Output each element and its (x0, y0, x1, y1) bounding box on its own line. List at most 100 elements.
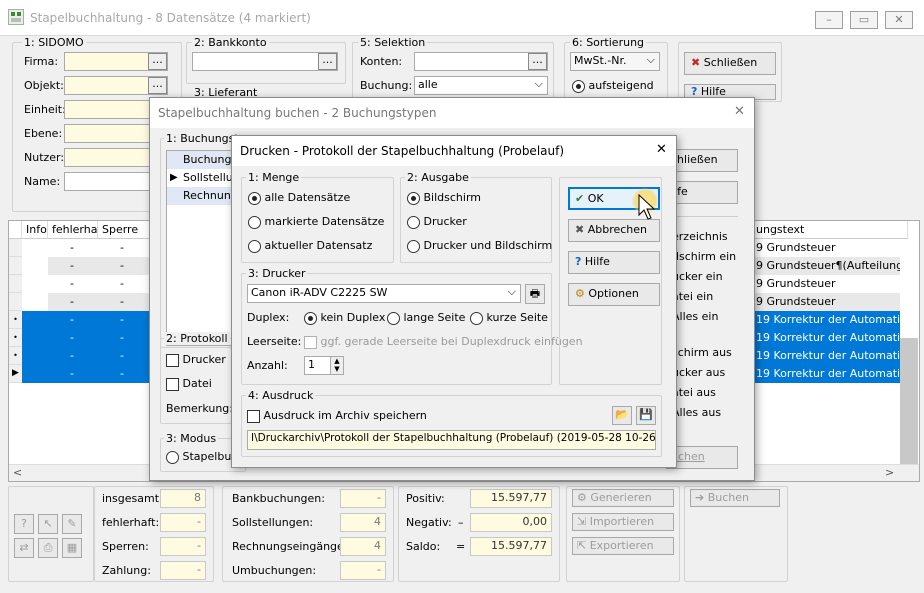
buchungstext-cell[interactable]: 19 Korrektur der Automatische (752, 311, 900, 329)
ausgabe-bildschirm-radio[interactable]: Bildschirm (407, 191, 481, 205)
scroll-right-icon[interactable]: > (885, 466, 894, 479)
name-input[interactable] (64, 172, 154, 191)
dialog2-list-item[interactable]: Alles aus (672, 406, 721, 419)
col-buchungstext[interactable]: ungstext (752, 221, 908, 239)
menge-alle-radio[interactable]: alle Datensätze (248, 191, 350, 205)
dialog2-list-item[interactable]: atei aus (672, 386, 716, 399)
dialog2-list-item[interactable]: Alles ein (672, 310, 718, 323)
mouse-pointer-icon (638, 194, 656, 220)
dialog2-list-item[interactable]: dschirm ein (672, 250, 736, 263)
archiv-checkbox[interactable]: Ausdruck im Archiv speichern (247, 409, 427, 423)
bankkonto-picker-button[interactable]: ... (318, 53, 337, 70)
objekt-picker-button[interactable]: ... (148, 77, 167, 94)
duplex-lang-label: lange Seite (403, 311, 466, 324)
ausgabe-drucker-radio[interactable]: Drucker (407, 215, 467, 229)
protokoll-drucker-checkbox[interactable]: Drucker (166, 353, 226, 367)
checkbox-icon (166, 377, 179, 391)
umbuchungen-value: - (340, 561, 386, 580)
radio-icon (248, 215, 261, 229)
buchungstext-cell[interactable]: 19 Korrektur der Automatische (752, 329, 900, 347)
printer-select[interactable]: Canon iR-ADV C2225 SW ⌵ (247, 284, 521, 303)
dialog2-list-item[interactable]: ucker aus (672, 366, 725, 379)
buchungstext-cell[interactable]: 9 Grundsteuer¶(Aufteilung gen (752, 257, 900, 275)
folder-open-icon[interactable]: 📂 (612, 406, 632, 425)
printer-select-value: Canon iR-ADV C2225 SW (251, 286, 388, 299)
buchungstext-cell[interactable]: 9 Grundsteuer (752, 239, 900, 257)
ebene-input[interactable] (64, 124, 154, 143)
protokoll-datei-checkbox[interactable]: Datei (166, 377, 212, 391)
window-title: Stapelbuchhaltung - 8 Datensätze (4 mark… (30, 11, 311, 25)
print-tool-icon[interactable]: ⎙ (38, 538, 58, 558)
negativ-value: 0,00 (470, 513, 552, 532)
col-fehlerhaft[interactable]: fehlerhaft (48, 221, 105, 239)
firma-picker-button[interactable]: ... (148, 53, 167, 70)
exportieren-button[interactable]: ⇱ Exportieren (572, 537, 674, 555)
konten-picker-button[interactable]: ... (528, 53, 547, 70)
col-sperre[interactable]: Sperre (98, 221, 150, 239)
buchungstext-cell[interactable]: 9 Grundsteuer (752, 275, 900, 293)
app-icon (8, 9, 24, 25)
row-marker-icon (9, 293, 22, 311)
leerseite-text: ggf. gerade Leerseite bei Duplexdruck ei… (320, 335, 583, 348)
aufsteigend-radio[interactable]: aufsteigend (572, 79, 654, 93)
maximize-button[interactable]: ▭ (850, 11, 878, 29)
bankkonto-input[interactable] (192, 52, 338, 71)
leerseite-checkbox[interactable]: ggf. gerade Leerseite bei Duplexdruck ei… (304, 335, 583, 349)
checkbox-icon (166, 353, 179, 367)
table-cell: - (120, 259, 124, 272)
duplex-lang-radio[interactable]: lange Seite (387, 311, 465, 325)
einheit-input[interactable] (64, 100, 154, 119)
dialog2-list-item[interactable]: ucker ein (672, 270, 723, 283)
edit-tool-icon[interactable]: ✎ (62, 514, 82, 534)
sollstellungen-value: 4 (340, 513, 386, 532)
help-tool-icon[interactable]: ? (14, 514, 34, 534)
buchungstext-cell[interactable]: 9 Grundsteuer (752, 293, 900, 311)
dialog2-list-item[interactable]: schirm aus (672, 346, 732, 359)
table-cell: - (70, 241, 74, 254)
save-icon[interactable]: 💾 (636, 406, 656, 425)
table-tool-icon[interactable]: ▦ (62, 538, 82, 558)
close-button[interactable]: ✕ (885, 11, 913, 29)
sortierung-select[interactable]: MwSt.-Nr. ⌵ (570, 52, 660, 71)
abbrechen-button[interactable]: ✖ Abbrechen (568, 219, 660, 242)
nutzer-input[interactable] (64, 148, 154, 167)
table-cell: - (70, 259, 74, 272)
modus-radio[interactable]: Stapelbuc (166, 450, 237, 464)
buchungstyp-rechnung[interactable]: Rechnung (167, 187, 238, 205)
einheit-label: Einheit: (24, 103, 66, 116)
row-info-cell (22, 329, 48, 347)
buchungstext-cell[interactable]: 19 Korrektur der Automatische (752, 347, 900, 365)
importieren-button[interactable]: ⇲ Importieren (572, 513, 674, 531)
buchung-select[interactable]: alle ⌵ (414, 76, 548, 95)
rechnungseingaenge-value: 4 (340, 537, 386, 556)
menge-markierte-radio[interactable]: markierte Datensätze (248, 215, 384, 229)
minimize-button[interactable]: – (815, 11, 843, 29)
optionen-button[interactable]: ⚙ Optionen (568, 283, 660, 306)
hilfe-label: Hilfe (584, 255, 610, 268)
hilfe-button[interactable]: ? Hilfe (568, 251, 660, 274)
scroll-left-icon[interactable]: < (13, 466, 22, 479)
generieren-button[interactable]: ⚙ Generieren (572, 489, 674, 507)
dialog2-list-item[interactable]: atei ein (672, 290, 713, 303)
chevron-down-icon: ⌵ (646, 53, 655, 66)
duplex-kein-radio[interactable]: kein Duplex (304, 311, 385, 325)
archive-path-input[interactable]: I\Druckarchiv\Protokoll der Stapelbuchha… (247, 430, 656, 450)
printer-settings-icon[interactable]: 🖶 (525, 284, 545, 304)
sortierung-group (564, 42, 668, 102)
schliessen-button[interactable]: ✖ Schließen (684, 52, 776, 75)
bankkonto-label: 2: Bankkonto (192, 36, 269, 49)
ok-label: OK (587, 192, 604, 205)
ausgabe-beides-radio[interactable]: Drucker und Bildschirm (407, 239, 552, 253)
transfer-tool-icon[interactable]: ⇄ (14, 538, 34, 558)
duplex-kurz-radio[interactable]: kurze Seite (470, 311, 548, 325)
col-info[interactable]: Info (22, 221, 48, 239)
stepper-arrows-icon[interactable]: ▲ ▼ (330, 357, 343, 374)
vertical-scrollbar-thumb[interactable] (900, 338, 918, 464)
buchungstext-cell[interactable]: 19 Korrektur der Automatische (752, 365, 900, 383)
pointer-tool-icon[interactable]: ↖ (38, 514, 58, 534)
buchen-main-button[interactable]: ➔ Buchen (690, 489, 780, 507)
menge-aktueller-radio[interactable]: aktueller Datensatz (248, 239, 372, 253)
dialog2-list-item[interactable]: erzeichnis (672, 230, 728, 243)
buchen-dialog-close-icon[interactable]: ✕ (734, 104, 745, 119)
drucken-dialog-close-icon[interactable]: ✕ (656, 142, 667, 157)
